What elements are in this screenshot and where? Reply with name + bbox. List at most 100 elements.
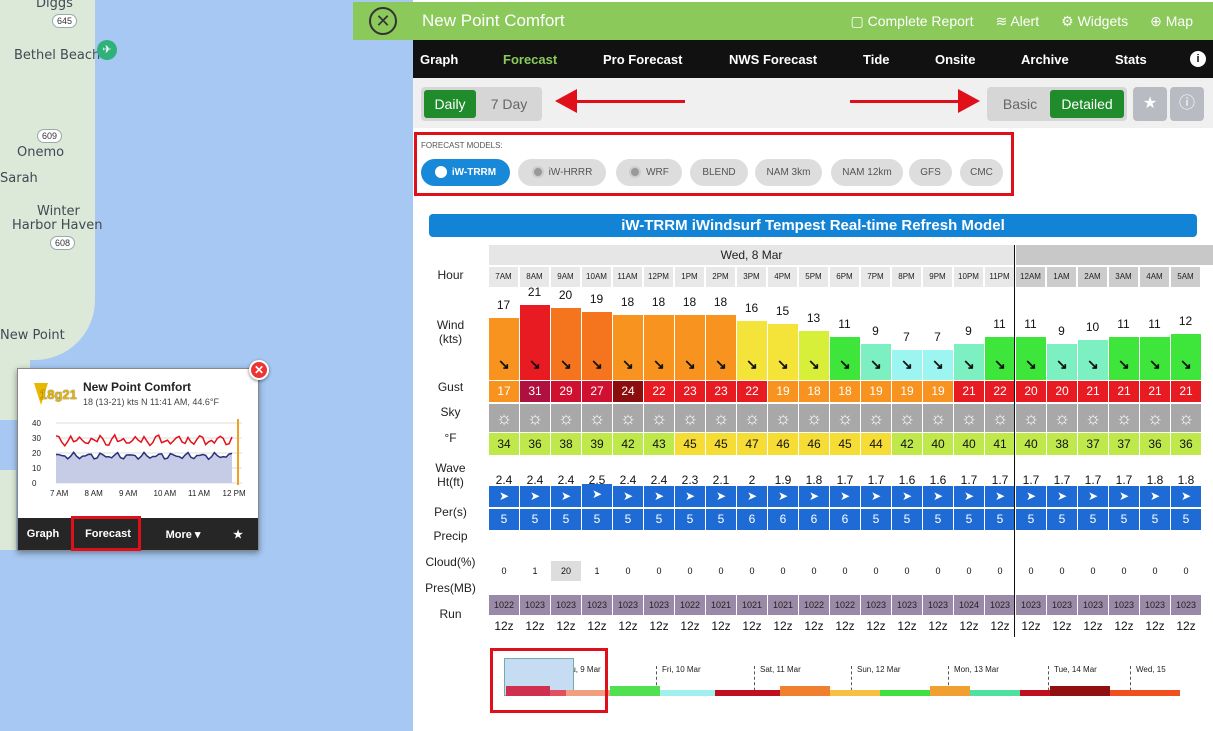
beach-marker-icon[interactable]: ✈ — [97, 40, 117, 60]
wave-value: 1.7 — [1115, 473, 1133, 487]
tab-archive[interactable]: Archive — [1021, 52, 1069, 67]
wind-arrow-icon: ↘ — [963, 356, 975, 372]
popup-y-tick: 40 — [32, 419, 41, 428]
cloud-cell: 1 — [532, 566, 538, 576]
pressure-cell: 1022 — [799, 595, 829, 615]
sun-icon: ☼ — [675, 404, 705, 432]
popup-x-tick: 7 AM — [50, 489, 69, 497]
wind-value: 18 — [620, 294, 635, 309]
tab-nws-forecast[interactable]: NWS Forecast — [729, 52, 817, 67]
tab-onsite[interactable]: Onsite — [935, 52, 975, 67]
run-cell: 12z — [1176, 619, 1196, 633]
tab-pro-forecast[interactable]: Pro Forecast — [603, 52, 682, 67]
temp-cell: 46 — [768, 433, 798, 455]
widgets-link[interactable]: ⚙ Widgets — [1061, 13, 1128, 30]
basic-button[interactable]: Basic — [991, 90, 1049, 118]
hour-cell: 6PM — [830, 267, 859, 287]
period-cell: 5 — [675, 509, 705, 530]
gust-cell: 31 — [520, 381, 550, 402]
cloud-cell: 20 — [551, 561, 581, 581]
wave-direction-icon: ➤ — [582, 484, 612, 507]
gust-cell: 29 — [551, 381, 581, 402]
temp-cell: 36 — [1140, 433, 1170, 455]
cloud-cell: 0 — [501, 566, 507, 576]
popup-tab-graph[interactable]: Graph — [18, 528, 68, 540]
period-cell: 5 — [1109, 509, 1139, 530]
cloud-cell: 0 — [1090, 566, 1096, 576]
timeline-wind-strip — [610, 686, 660, 696]
wave-direction-icon: ➤ — [675, 486, 705, 507]
map-label: Winter — [37, 204, 80, 219]
favorite-star-icon[interactable]: ★ — [1133, 87, 1167, 121]
tab-forecast[interactable]: Forecast — [503, 52, 557, 67]
pressure-cell: 1023 — [644, 595, 674, 615]
7day-button[interactable]: 7 Day — [479, 90, 539, 118]
wave-direction-icon: ➤ — [923, 486, 953, 507]
hour-cell: 4AM — [1140, 267, 1169, 287]
detailed-button[interactable]: Detailed — [1050, 90, 1124, 118]
main-nav: Graph Forecast Pro Forecast NWS Forecast… — [413, 40, 1213, 78]
temp-cell: 41 — [985, 433, 1015, 455]
complete-report-link[interactable]: ▢ Complete Report — [851, 13, 974, 30]
wave-value: 2.3 — [681, 473, 699, 487]
wave-value: 1.8 — [1177, 473, 1195, 487]
close-circle-icon[interactable]: ✕ — [369, 7, 397, 35]
sun-icon: ☼ — [737, 404, 767, 432]
run-cell: 12z — [804, 619, 824, 633]
sun-icon: ☼ — [923, 404, 953, 432]
period-cell: 5 — [613, 509, 643, 530]
gust-cell: 21 — [1078, 381, 1108, 402]
range-toggle: Daily 7 Day — [421, 87, 542, 121]
pressure-cell: 1023 — [1109, 595, 1139, 615]
tab-graph[interactable]: Graph — [420, 52, 458, 67]
wind-value: 9 — [965, 323, 972, 338]
pressure-cell: 1023 — [923, 595, 953, 615]
timeline-day-label: Fri, 10 Mar — [662, 665, 701, 674]
highlight-box — [490, 648, 608, 713]
hour-cell: 7PM — [861, 267, 890, 287]
info-circle-icon[interactable]: ⓘ — [1170, 87, 1204, 121]
hour-cell: 9AM — [551, 267, 580, 287]
period-cell: 5 — [1016, 509, 1046, 530]
wave-direction-icon: ➤ — [644, 486, 674, 507]
route-shield: 645 — [52, 14, 78, 28]
pressure-cell: 1023 — [520, 595, 550, 615]
tab-tide[interactable]: Tide — [863, 52, 890, 67]
run-cell: 12z — [959, 619, 979, 633]
cloud-cell: 0 — [1028, 566, 1034, 576]
map-panel[interactable]: Diggs Bethel Beach Onemo Sarah Winter Harbor … — [0, 0, 413, 731]
period-cell: 5 — [551, 509, 581, 530]
period-cell: 6 — [768, 509, 798, 530]
popup-tab-more[interactable]: More ▾ — [148, 528, 218, 541]
period-cell: 5 — [582, 509, 612, 530]
map-label: Onemo — [17, 145, 65, 160]
sun-icon: ☼ — [799, 404, 829, 432]
wind-value: 20 — [558, 288, 573, 303]
tab-stats[interactable]: Stats — [1115, 52, 1147, 67]
temp-cell: 37 — [1078, 433, 1108, 455]
info-icon[interactable]: i — [1190, 51, 1206, 67]
period-cell: 6 — [737, 509, 767, 530]
alert-link[interactable]: ≋ Alert — [995, 13, 1039, 30]
popup-close-icon[interactable]: ✕ — [249, 360, 269, 380]
popup-title[interactable]: New Point Comfort — [83, 380, 191, 394]
pressure-cell: 1022 — [675, 595, 705, 615]
pressure-cell: 1023 — [1016, 595, 1046, 615]
wave-direction-icon: ➤ — [737, 486, 767, 507]
daily-button[interactable]: Daily — [424, 90, 476, 118]
wind-value: 7 — [934, 330, 941, 344]
wave-value: 1.7 — [1022, 473, 1040, 487]
popup-favorite-icon[interactable]: ★ — [218, 528, 258, 541]
wave-value: 1.7 — [1053, 473, 1071, 487]
run-cell: 12z — [742, 619, 762, 633]
wind-value: 18 — [713, 294, 728, 309]
map-link[interactable]: ⊕ Map — [1150, 13, 1193, 30]
run-cell: 12z — [711, 619, 731, 633]
gust-cell: 21 — [954, 381, 984, 402]
wave-direction-icon: ➤ — [985, 486, 1015, 507]
wind-value: 12 — [1178, 314, 1193, 328]
wave-direction-icon: ➤ — [768, 486, 798, 507]
sun-icon: ☼ — [489, 404, 519, 432]
period-cell: 6 — [799, 509, 829, 530]
cloud-cell: 0 — [656, 566, 662, 576]
